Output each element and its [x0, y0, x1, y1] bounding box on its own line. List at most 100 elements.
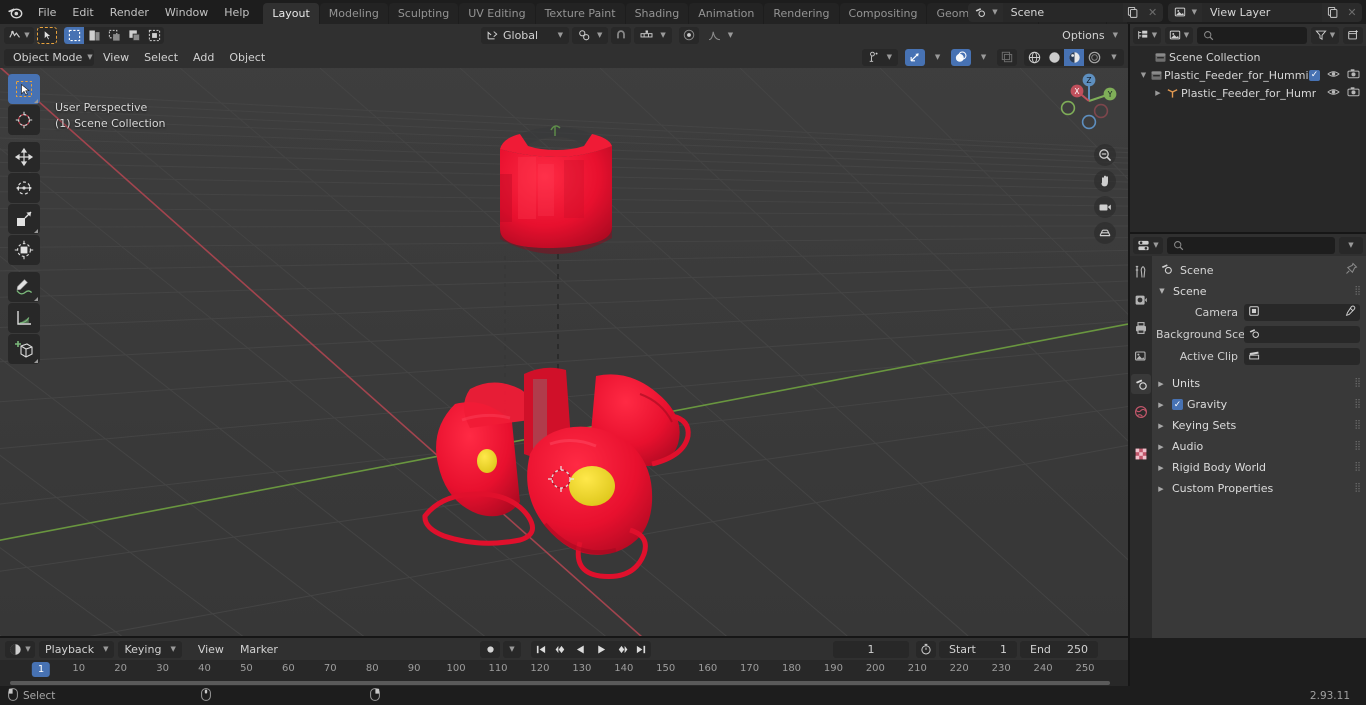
- viewport-options-dropdown[interactable]: Options ▼: [1056, 27, 1124, 44]
- scene-name-field[interactable]: Scene: [1002, 2, 1123, 22]
- viewport-canvas[interactable]: [0, 24, 1128, 638]
- zoom-icon[interactable]: [1094, 144, 1116, 166]
- properties-tab-world[interactable]: [1131, 402, 1151, 422]
- workspace-tab-layout[interactable]: Layout: [263, 3, 319, 24]
- outliner-row-collection-feeder[interactable]: ▼ Plastic_Feeder_for_Hummingl ✓: [1130, 66, 1366, 84]
- select-circle-button[interactable]: [84, 26, 104, 44]
- select-all-button[interactable]: [144, 26, 164, 44]
- hide-in-viewport-eye-icon[interactable]: [1327, 69, 1340, 82]
- shading-options-dropdown[interactable]: ▼: [1104, 48, 1124, 66]
- viewport-menu-add[interactable]: Add: [187, 49, 220, 66]
- timeline-menu-keying[interactable]: Keying ▼: [118, 640, 182, 658]
- viewport-menu-select[interactable]: Select: [138, 49, 184, 66]
- properties-tab-texture[interactable]: [1131, 444, 1151, 464]
- workspace-tab-animation[interactable]: Animation: [689, 3, 764, 24]
- snap-target-dropdown[interactable]: ▼: [572, 26, 609, 44]
- property-field-background-scene[interactable]: [1244, 325, 1360, 343]
- tool-add-cube[interactable]: [8, 334, 40, 364]
- workspace-tab-sculpting[interactable]: Sculpting: [388, 3, 459, 24]
- outliner-editor-type-icon[interactable]: ▼: [1133, 26, 1161, 44]
- viewlayer-browse-icon[interactable]: ▼: [1167, 2, 1202, 22]
- show-overlays-toggle[interactable]: [951, 48, 971, 66]
- properties-tab-render[interactable]: [1131, 290, 1151, 310]
- panel-expand-triangle[interactable]: ▼: [1156, 287, 1168, 295]
- viewport-nav-gizmo[interactable]: Z Y X: [1060, 72, 1118, 133]
- properties-search-input[interactable]: [1167, 236, 1335, 254]
- editor-divider-timeline[interactable]: [0, 636, 1128, 638]
- menu-file[interactable]: File: [30, 3, 64, 21]
- properties-tab-output[interactable]: [1131, 318, 1151, 338]
- viewport-menu-view[interactable]: View: [97, 49, 135, 66]
- tool-scale[interactable]: [8, 204, 40, 234]
- hide-in-viewport-eye-icon[interactable]: [1327, 87, 1340, 100]
- select-extend-button[interactable]: [124, 26, 144, 44]
- subpanel-custom-properties[interactable]: ▶ Custom Properties ⣿: [1152, 478, 1366, 499]
- tweak-cursor-button[interactable]: [37, 26, 57, 44]
- tool-cursor[interactable]: [8, 105, 40, 135]
- jump-to-end-button[interactable]: [631, 640, 651, 658]
- interaction-mode-dropdown[interactable]: Object Mode ▼: [4, 48, 94, 66]
- menu-edit[interactable]: Edit: [64, 3, 101, 21]
- subpanel-audio[interactable]: ▶ Audio ⣿: [1152, 436, 1366, 457]
- timeline-editor-type-icon[interactable]: ▼: [5, 640, 35, 658]
- exclude-checkbox[interactable]: ✓: [1309, 69, 1320, 81]
- select-lasso-button[interactable]: [104, 26, 124, 44]
- subpanel-gravity[interactable]: ▶ ✓ Gravity ⣿: [1152, 394, 1366, 415]
- outliner-new-collection-icon[interactable]: [1343, 26, 1363, 44]
- timeline-playhead[interactable]: 1: [31, 662, 51, 677]
- workspace-tab-uv-editing[interactable]: UV Editing: [459, 3, 535, 24]
- viewlayer-name-field[interactable]: View Layer: [1202, 2, 1322, 22]
- remove-viewlayer-button[interactable]: ✕: [1342, 2, 1362, 22]
- workspace-tab-modeling[interactable]: Modeling: [319, 3, 388, 24]
- menu-window[interactable]: Window: [157, 3, 216, 21]
- pan-hand-icon[interactable]: [1094, 170, 1116, 192]
- timeline-menu-playback[interactable]: Playback ▼: [39, 640, 115, 658]
- tool-transform[interactable]: [8, 235, 40, 265]
- outliner-row-scene-collection[interactable]: Scene Collection: [1130, 48, 1366, 66]
- shading-rendered-button[interactable]: [1084, 48, 1104, 66]
- editor-type-3dview-icon[interactable]: ▼: [4, 26, 34, 44]
- shading-material-preview-button[interactable]: [1064, 48, 1084, 66]
- timeline-menu-marker[interactable]: Marker: [234, 641, 284, 658]
- tool-tweak-select-box[interactable]: [8, 74, 40, 104]
- properties-options-dropdown[interactable]: ▼: [1339, 236, 1363, 254]
- tool-move[interactable]: [8, 142, 40, 172]
- tool-rotate[interactable]: [8, 173, 40, 203]
- proportional-edit-toggle[interactable]: [678, 26, 699, 44]
- disable-in-renders-camera-icon[interactable]: [1347, 68, 1360, 82]
- scene-browse-icon[interactable]: ▼: [968, 2, 1003, 22]
- shading-wireframe-button[interactable]: [1024, 48, 1044, 66]
- object-types-visibility-dropdown[interactable]: ▼: [861, 48, 898, 66]
- play-button[interactable]: [591, 640, 611, 658]
- play-reverse-button[interactable]: [571, 640, 591, 658]
- viewport-3d[interactable]: User Perspective (1) Scene Collection Z …: [0, 24, 1128, 638]
- tool-annotate[interactable]: [8, 272, 40, 302]
- end-frame-field[interactable]: End 250: [1020, 640, 1098, 658]
- snap-mode-dropdown[interactable]: ▼: [634, 26, 672, 44]
- workspace-tab-shading[interactable]: Shading: [625, 3, 689, 24]
- expand-triangle-right[interactable]: ▶: [1156, 485, 1166, 493]
- disable-in-renders-camera-icon[interactable]: [1347, 86, 1360, 100]
- new-viewlayer-button[interactable]: [1322, 2, 1342, 22]
- properties-tab-viewlayer[interactable]: [1131, 346, 1151, 366]
- auto-keyframe-options-dropdown[interactable]: ▼: [503, 640, 521, 658]
- jump-to-start-button[interactable]: [531, 640, 551, 658]
- outliner-id-type-filter-icon[interactable]: ▼: [1165, 26, 1193, 44]
- properties-tab-tool[interactable]: [1131, 262, 1151, 282]
- viewlayer-selector[interactable]: ▼ View Layer ✕: [1167, 2, 1362, 22]
- menu-render[interactable]: Render: [102, 3, 157, 21]
- properties-editor[interactable]: ▼ ▼ Scene ▼ Scene ⣿ Camera Background Sc…: [1130, 234, 1366, 638]
- current-frame-field[interactable]: 1: [833, 640, 909, 658]
- menu-help[interactable]: Help: [216, 3, 257, 21]
- outliner-row-object-feeder[interactable]: ▶ Plastic_Feeder_for_Humr: [1130, 84, 1366, 102]
- outliner-editor[interactable]: ▼ ▼ ▼ Scene Collection ▼ Plastic_Feeder_…: [1130, 24, 1366, 232]
- workspace-tab-compositing[interactable]: Compositing: [839, 3, 927, 24]
- outliner-funnel-icon[interactable]: ▼: [1311, 26, 1339, 44]
- timeline-editor[interactable]: ▼ Playback ▼ Keying ▼ View Marker ▼ 1 St…: [0, 638, 1128, 686]
- jump-prev-keyframe-button[interactable]: [551, 640, 571, 658]
- gravity-checkbox[interactable]: ✓: [1172, 399, 1183, 410]
- expand-triangle-down[interactable]: ▼: [1138, 71, 1149, 79]
- scene-panel-header[interactable]: ▼ Scene ⣿: [1152, 281, 1366, 301]
- start-frame-field[interactable]: Start 1: [939, 640, 1017, 658]
- timeline-menu-view[interactable]: View: [192, 641, 230, 658]
